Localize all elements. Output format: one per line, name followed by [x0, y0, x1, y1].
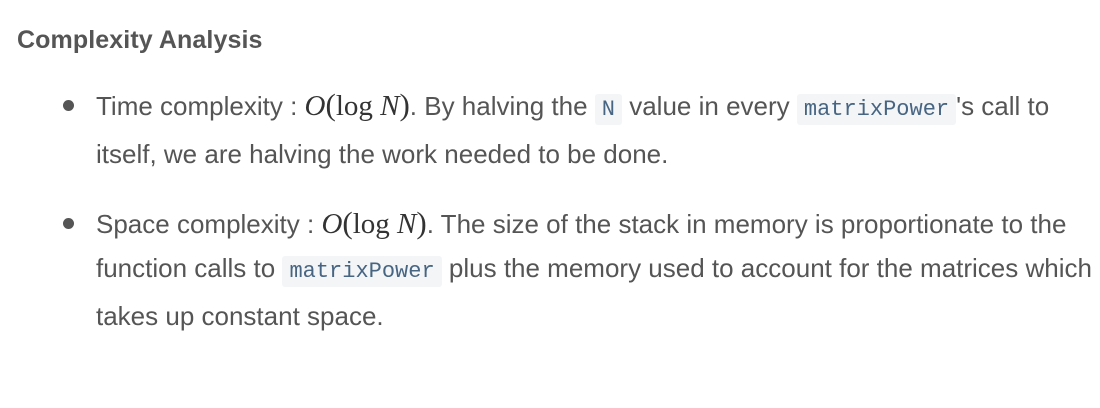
- item-label: Time complexity :: [96, 91, 305, 121]
- inline-code-n: N: [594, 94, 622, 125]
- item-text: value in every: [622, 91, 797, 121]
- inline-code-matrixpower: matrixPower: [282, 256, 442, 287]
- inline-code-matrixpower: matrixPower: [796, 94, 957, 125]
- bullet-icon: [63, 218, 74, 229]
- list-item-space-complexity: Space complexity : O(log N). The size of…: [17, 201, 1100, 338]
- bullet-icon: [63, 100, 74, 111]
- math-expression: O(log N): [304, 87, 410, 122]
- math-expression: O(log N): [321, 205, 427, 240]
- item-label: Space complexity :: [96, 209, 322, 239]
- complexity-analysis-section: Complexity Analysis Time complexity : O(…: [0, 0, 1100, 338]
- list-item-time-complexity: Time complexity : O(log N). By halving t…: [17, 83, 1100, 176]
- section-heading: Complexity Analysis: [17, 26, 263, 54]
- item-text: . By halving the: [409, 91, 595, 121]
- complexity-list: Time complexity : O(log N). By halving t…: [17, 83, 1100, 338]
